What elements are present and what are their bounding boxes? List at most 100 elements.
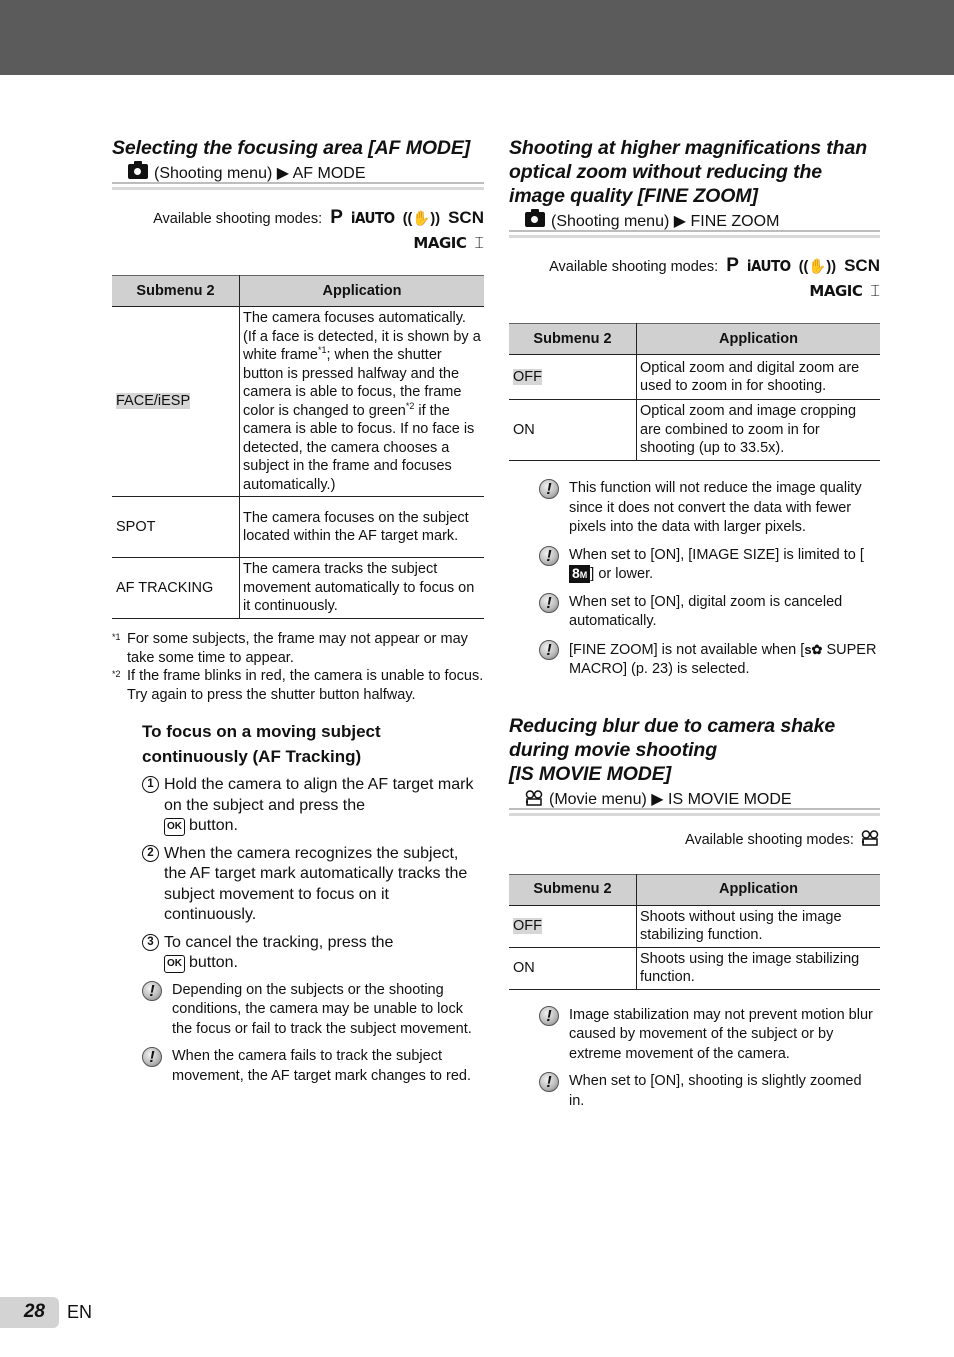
- right-column: Shooting at higher magnifications than o…: [509, 136, 880, 1119]
- divider: [112, 187, 484, 190]
- table-row: ON Optical zoom and image cropping are c…: [509, 399, 880, 461]
- step-item: 2 When the camera recognizes the subject…: [142, 844, 484, 926]
- application-cell: Shoots without using the image stabilizi…: [636, 905, 880, 948]
- table-row: ON Shoots using the image stabilizing fu…: [509, 947, 880, 990]
- camera-icon: [128, 161, 148, 179]
- application-cell: The camera focuses automatically. (If a …: [239, 306, 484, 497]
- step-number-icon: 1: [142, 776, 159, 793]
- menu-item: FINE ZOOM: [690, 213, 780, 230]
- table-row: OFF Optical zoom and digital zoom are us…: [509, 354, 880, 400]
- application-cell: Optical zoom and image cropping are comb…: [636, 399, 880, 461]
- caution-icon: !: [142, 1047, 162, 1067]
- table-header-row: Submenu 2 Application: [509, 873, 880, 906]
- mode-panorama-icon: ⌶: [870, 283, 880, 300]
- divider: [112, 182, 484, 184]
- available-modes: Available shooting modes: P iAUTO ((✋)) …: [509, 254, 880, 304]
- menu-label: (Shooting menu): [154, 165, 273, 182]
- ok-button-icon: OK: [164, 955, 185, 973]
- mode-scn-icon: SCN: [844, 256, 880, 275]
- divider: [509, 235, 880, 238]
- divider: [509, 812, 880, 816]
- caution-notes: ! Image stabilization may not prevent mot…: [539, 1005, 880, 1112]
- caution-icon: !: [142, 980, 162, 1001]
- caution-note: ! Image stabilization may not prevent mot…: [539, 1005, 880, 1065]
- menu-label: (Movie menu): [549, 790, 647, 808]
- application-cell: Optical zoom and digital zoom are used t…: [636, 354, 880, 400]
- section-title-fine-zoom: Shooting at higher magnifications than o…: [509, 137, 868, 207]
- super-macro-icon: s✿: [804, 641, 823, 657]
- modes-label: Available shooting modes:: [549, 259, 719, 275]
- mode-program-icon: P: [330, 207, 343, 228]
- step-number-icon: 2: [142, 844, 159, 862]
- caution-note: ! This function will not reduce the image…: [539, 479, 880, 538]
- submenu-option: OFF: [513, 917, 542, 934]
- caution-note: ! When set to [ON], digital zoom is cance…: [539, 592, 880, 632]
- submenu-option: ON: [509, 399, 637, 461]
- submenu-option: ON: [509, 947, 637, 990]
- mode-panorama-icon: ⌶: [474, 235, 484, 252]
- left-column: Selecting the focusing area [AF MODE] (S…: [112, 136, 484, 1094]
- mode-iauto-icon: iAUTO: [350, 209, 395, 227]
- footnote: *2 If the frame blinks in red, the camera…: [112, 668, 484, 703]
- mode-magic-icon: MAGIC: [809, 282, 863, 300]
- caution-icon: !: [539, 592, 559, 613]
- page-number: 28: [23, 1301, 45, 1322]
- caution-note: ! When the camera fails to track the subj…: [142, 1047, 484, 1086]
- language-label: EN: [67, 1302, 93, 1322]
- table-row: SPOT The camera focuses on the subject l…: [112, 496, 484, 558]
- menu-path-af-mode: (Shooting menu) ▶ AF MODE: [112, 161, 484, 190]
- section-title-is-movie-mode: Reducing blur due to camera shake during…: [509, 714, 836, 785]
- footnotes: *1 For some subjects, the frame may not a…: [112, 630, 484, 704]
- column-header: Submenu 2: [509, 323, 637, 355]
- subsection-title-af-tracking: To focus on a moving subject continuousl…: [142, 722, 381, 766]
- section-title-af-mode: Selecting the focusing area [AF MODE]: [112, 137, 471, 159]
- application-cell: Shoots using the image stabilizing funct…: [636, 947, 880, 990]
- caution-notes: ! Depending on the subjects or the shooti…: [142, 980, 484, 1087]
- application-cell: The camera focuses on the subject locate…: [239, 496, 484, 558]
- menu-label: (Shooting menu): [551, 213, 670, 230]
- ok-button-icon: OK: [164, 818, 185, 836]
- caution-note: ! When set to [ON], [IMAGE SIZE] is limit…: [539, 545, 880, 585]
- mode-iauto-icon: iAUTO: [746, 257, 791, 275]
- mode-movie-icon: [861, 829, 879, 846]
- available-modes: Available shooting modes: P iAUTO ((✋)) …: [112, 206, 484, 256]
- caution-icon: !: [539, 545, 559, 566]
- menu-item: AF MODE: [292, 165, 366, 182]
- caution-note: ! [FINE ZOOM] is not available when [s✿ S…: [539, 639, 880, 680]
- table-row: AF TRACKING The camera tracks the subjec…: [112, 557, 484, 619]
- arrow-right-icon: ▶: [651, 790, 664, 808]
- modes-label: Available shooting modes:: [153, 211, 323, 227]
- submenu-option: SPOT: [112, 496, 240, 558]
- caution-note: ! When set to [ON], shooting is slightly …: [539, 1072, 880, 1111]
- menu-path-is-movie: (Movie menu) ▶ IS MOVIE MODE: [509, 789, 880, 816]
- is-movie-table: Submenu 2 Application OFF Shoots without…: [509, 873, 880, 990]
- table-row: OFF Shoots without using the image stabi…: [509, 905, 880, 948]
- mode-scn-icon: SCN: [448, 208, 484, 227]
- caution-notes: ! This function will not reduce the image…: [539, 479, 880, 680]
- divider: [509, 230, 880, 232]
- caution-note: ! Depending on the subjects or the shooti…: [142, 980, 484, 1040]
- camera-icon: [525, 209, 545, 227]
- menu-item: IS MOVIE MODE: [668, 790, 792, 808]
- modes-label: Available shooting modes:: [684, 831, 854, 848]
- column-header: Application: [239, 275, 484, 307]
- submenu-option: OFF: [513, 368, 542, 385]
- column-header: Submenu 2: [509, 873, 637, 906]
- table-header-row: Submenu 2 Application: [112, 275, 484, 307]
- application-cell: The camera tracks the subject movement a…: [239, 557, 484, 619]
- page-number-tab: 28: [0, 1297, 59, 1328]
- mode-program-icon: P: [726, 255, 739, 276]
- image-size-8m-icon: 8M: [569, 565, 591, 583]
- submenu-option: FACE/iESP: [116, 393, 191, 410]
- steps-list: 1 Hold the camera to align the AF target…: [142, 775, 484, 974]
- step-item: 3 To cancel the tracking, press the OK bu…: [142, 933, 484, 974]
- mode-dis-icon: ((✋)): [402, 211, 441, 227]
- table-row: FACE/iESP The camera focuses automatical…: [112, 306, 484, 497]
- header-bar: [0, 0, 954, 75]
- af-mode-table: Submenu 2 Application FACE/iESP The came…: [112, 275, 484, 619]
- menu-path-fine-zoom: (Shooting menu) ▶ FINE ZOOM: [509, 209, 880, 238]
- mode-magic-icon: MAGIC: [413, 234, 467, 252]
- mode-dis-icon: ((✋)): [798, 259, 837, 275]
- caution-icon: !: [539, 1005, 559, 1026]
- step-number-icon: 3: [142, 933, 159, 951]
